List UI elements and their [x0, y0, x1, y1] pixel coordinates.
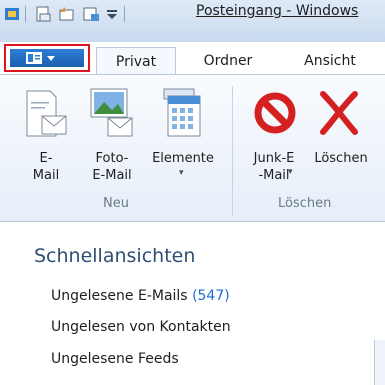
new-email-button[interactable]: E- Mail [26, 150, 66, 184]
delete-icon[interactable] [315, 88, 363, 138]
chevron-down-icon: ▾ [288, 167, 293, 177]
window-title: Posteingang - Windows [196, 3, 359, 19]
file-menu-button[interactable] [4, 44, 90, 72]
nav-item-label: Ungelesene Feeds [51, 351, 179, 367]
nav-item-label: Ungelesen von Kontakten [51, 319, 231, 335]
new-items-icon[interactable] [158, 86, 204, 142]
delete-button[interactable]: Löschen [308, 150, 374, 167]
nav-item-label: Ungelesene E-Mails [51, 288, 188, 304]
customize-dropdown-icon[interactable] [103, 5, 121, 23]
group-label-delete: Löschen [278, 196, 332, 211]
tab-ansicht[interactable]: Ansicht [290, 47, 370, 75]
menu-icon [26, 52, 55, 64]
sync-icon[interactable] [82, 5, 100, 23]
nav-item-unread-emails[interactable]: Ungelesene E-Mails (547) [51, 288, 230, 304]
ribbon-group-divider [232, 86, 233, 216]
tab-ordner[interactable]: Ordner [190, 47, 266, 75]
email-icon[interactable] [24, 88, 68, 142]
titlebar-divider [25, 6, 26, 22]
quick-views-heading[interactable]: Schnellansichten [34, 245, 195, 267]
junk-icon[interactable] [252, 90, 298, 136]
chevron-down-icon: ▾ [179, 168, 184, 178]
new-mail-icon[interactable] [34, 5, 52, 23]
app-icon[interactable] [4, 6, 20, 22]
photo-email-icon[interactable] [88, 86, 134, 142]
unread-count: (547) [192, 288, 230, 304]
new-items-button[interactable]: Elemente [144, 150, 222, 167]
new-photo-email-button[interactable]: Foto- E-Mail [86, 150, 138, 184]
titlebar-divider [124, 6, 125, 22]
reply-icon[interactable] [58, 5, 76, 23]
nav-item-unread-feeds[interactable]: Ungelesene Feeds [51, 351, 179, 367]
message-list-edge [374, 340, 385, 385]
group-label-new: Neu [103, 196, 129, 211]
tab-privat[interactable]: Privat [96, 47, 176, 75]
nav-item-unread-from-contacts[interactable]: Ungelesen von Kontakten [51, 319, 231, 335]
title-bar: Posteingang - Windows [0, 0, 385, 42]
